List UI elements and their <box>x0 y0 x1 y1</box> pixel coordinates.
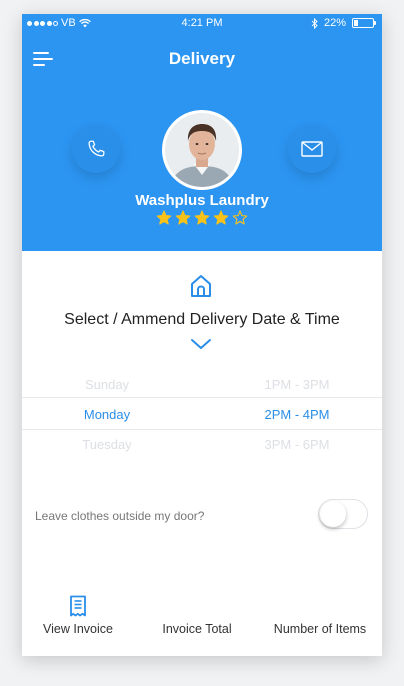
battery-percent: 22% <box>323 17 346 29</box>
call-button[interactable] <box>72 125 120 173</box>
picker-time: 3PM - 6PM <box>264 437 330 452</box>
status-right: 22% <box>311 17 376 29</box>
view-invoice-button[interactable]: View Invoice <box>22 622 134 636</box>
picker-row[interactable]: Sunday 1PM - 3PM <box>22 370 382 397</box>
picker-time: 2PM - 4PM <box>264 407 330 422</box>
phone-icon <box>88 140 105 157</box>
picker-day: Tuesday <box>82 437 132 452</box>
leave-outside-toggle[interactable] <box>318 499 368 529</box>
battery-icon <box>352 18 376 28</box>
star-filled-icon <box>156 210 172 225</box>
avatar-photo <box>165 113 239 187</box>
picker-day: Sunday <box>84 377 130 392</box>
home-icon <box>191 275 211 297</box>
picker-day: Monday <box>83 407 131 422</box>
battery-level <box>354 20 358 26</box>
invoice-total-label: Invoice Total <box>162 622 232 636</box>
app-screen: VB 4:21 PM 22% Delivery Washplus Laundry… <box>22 14 382 656</box>
profile-name: Washplus Laundry <box>135 192 269 209</box>
picker-time: 1PM - 3PM <box>264 377 330 392</box>
mail-button[interactable] <box>288 125 336 173</box>
number-of-items-label: Number of Items <box>273 622 367 636</box>
picker-row[interactable]: Tuesday 3PM - 6PM <box>22 430 382 457</box>
chevron-down-icon[interactable] <box>189 337 213 351</box>
star-filled-icon <box>194 210 210 225</box>
bluetooth-icon <box>311 17 318 29</box>
envelope-icon <box>301 141 323 157</box>
rating-stars <box>22 210 382 226</box>
date-time-picker[interactable]: Sunday 1PM - 3PM Monday 2PM - 4PM Tuesda… <box>22 370 382 457</box>
page-title: Delivery <box>168 49 236 68</box>
picker-row-selected[interactable]: Monday 2PM - 4PM <box>22 397 382 430</box>
star-filled-icon <box>175 210 191 225</box>
status-bar: VB 4:21 PM 22% <box>22 14 382 34</box>
leave-outside-label: Leave clothes outside my door? <box>35 509 205 523</box>
section-title: Select / Ammend Delivery Date & Time <box>64 311 340 328</box>
header-panel: VB 4:21 PM 22% Delivery Washplus Laundry <box>22 14 382 251</box>
toggle-knob <box>320 501 346 527</box>
receipt-icon[interactable] <box>68 595 88 617</box>
star-empty-icon <box>232 210 248 225</box>
avatar <box>162 110 242 190</box>
star-filled-icon <box>213 210 229 225</box>
